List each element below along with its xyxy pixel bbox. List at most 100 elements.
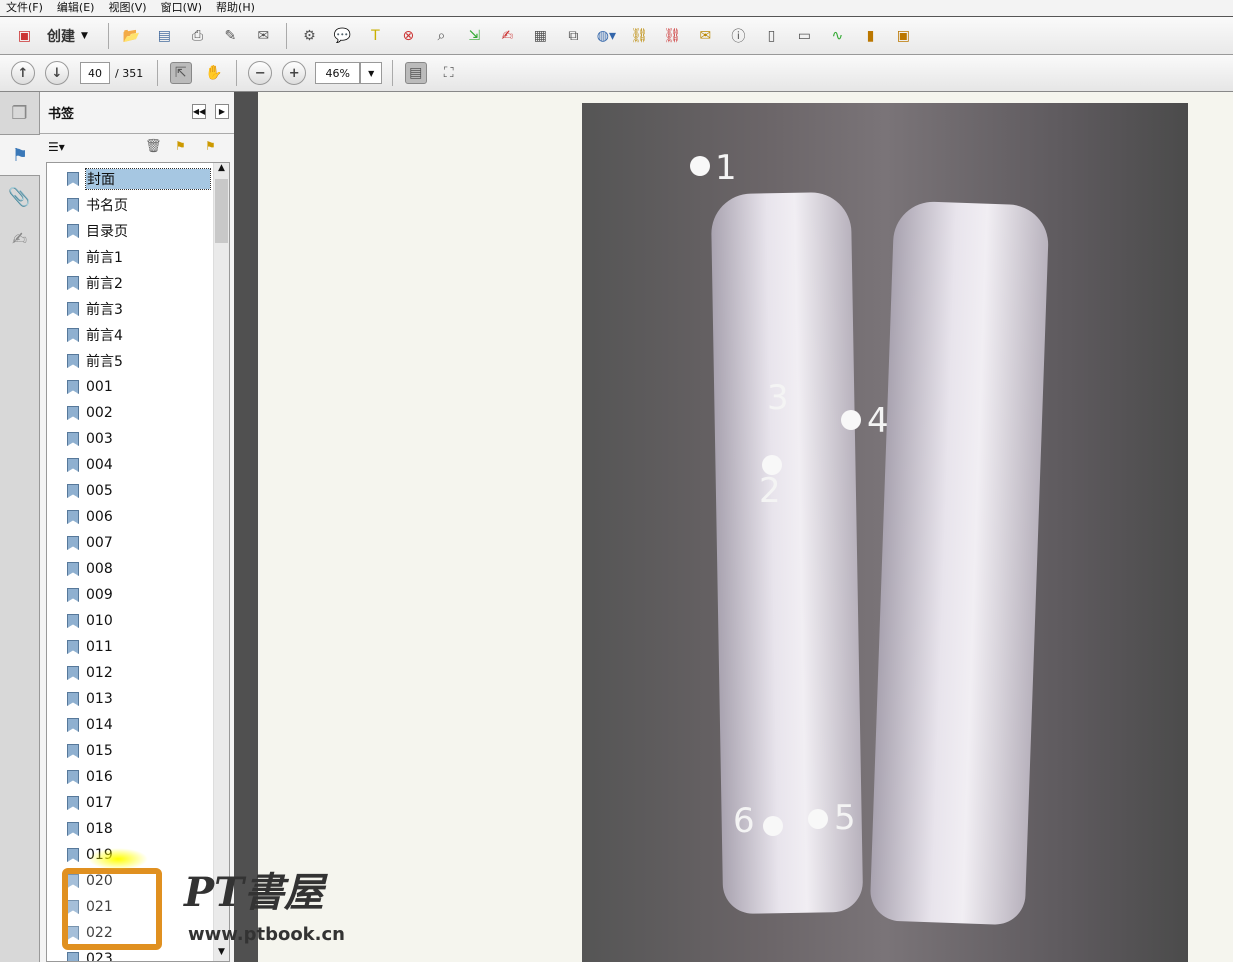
create-label: 创建 (47, 28, 75, 45)
page-icon[interactable]: ▯ (760, 25, 782, 47)
stamp-icon[interactable]: ✉ (694, 25, 716, 47)
info-icon[interactable]: ⓘ (727, 25, 749, 47)
highlight-icon[interactable]: T (364, 25, 386, 47)
bookmark-label: 017 (86, 795, 113, 811)
form-icon[interactable]: ▦ (529, 25, 551, 47)
email-icon[interactable]: ✉ (252, 25, 274, 47)
bookmark-label: 009 (86, 587, 113, 603)
comment-icon[interactable]: 💬 (331, 25, 353, 47)
bookmark-item[interactable]: 008 (67, 558, 113, 580)
bookmark-item[interactable]: 006 (67, 506, 113, 528)
edit-icon[interactable]: ✎ (219, 25, 241, 47)
bookmark-item[interactable]: 009 (67, 584, 113, 606)
save-icon[interactable]: ▤ (153, 25, 175, 47)
scroll-thumb[interactable] (215, 179, 228, 243)
previous-page-button[interactable]: ↑ (11, 61, 35, 85)
measure-icon[interactable]: ▭ (793, 25, 815, 47)
zoom-dropdown-button[interactable]: ▼ (360, 62, 383, 84)
menu-window[interactable]: 窗口(W) (161, 0, 202, 16)
menu-edit[interactable]: 编辑(E) (57, 0, 95, 16)
search-doc-icon[interactable]: ⌕ (430, 25, 452, 47)
create-button[interactable]: ▣ 创建 ▼ (8, 25, 88, 47)
bookmark-item[interactable]: 010 (67, 610, 113, 632)
bookmark-label: 003 (86, 431, 113, 447)
bookmark-item[interactable]: 001 (67, 376, 113, 398)
bookmark-item[interactable]: 007 (67, 532, 113, 554)
bookmark-item[interactable]: 002 (67, 402, 113, 424)
bookmark-item[interactable]: 015 (67, 740, 113, 762)
bookmark-item[interactable]: 003 (67, 428, 113, 450)
bookmark-item[interactable]: 017 (67, 792, 113, 814)
bookmark-item[interactable]: 014 (67, 714, 113, 736)
signatures-tab-icon[interactable]: ✍ (0, 218, 39, 260)
bookmark-item[interactable]: 前言1 (67, 246, 123, 268)
globe-doc-icon[interactable]: ◍▾ (595, 25, 617, 47)
fit-width-icon[interactable]: ⛶ (438, 62, 460, 84)
bookmark-item[interactable]: 前言4 (67, 324, 123, 346)
page-number-input[interactable]: 40 (80, 62, 110, 84)
bookmark-label: 012 (86, 665, 113, 681)
bookmark-item[interactable]: 目录页 (67, 220, 128, 242)
clipboard-icon[interactable]: ▣ (892, 25, 914, 47)
delete-bookmark-icon[interactable]: 🗑 (145, 139, 162, 154)
print-icon[interactable]: ⎙ (186, 25, 208, 47)
bookmark-item[interactable]: 018 (67, 818, 113, 840)
bookmark-icon (67, 510, 79, 524)
bookmark-item[interactable]: 前言2 (67, 272, 123, 294)
point-label-2: 2 (759, 471, 781, 511)
fit-page-icon[interactable]: ▤ (404, 62, 427, 84)
bookmark-label: 008 (86, 561, 113, 577)
bookmark-icon (67, 432, 79, 446)
bookmark-item[interactable]: 书名页 (67, 194, 128, 216)
select-tool-icon[interactable]: ⇱ (169, 62, 192, 84)
bookmark-label: 前言3 (86, 302, 123, 318)
zoom-in-button[interactable]: + (282, 61, 307, 85)
pages-tab-icon[interactable]: ❐ (0, 92, 39, 134)
unlink-icon[interactable]: ⛓ (661, 25, 683, 47)
bookmark-item[interactable]: 012 (67, 662, 113, 684)
scrollbar[interactable]: ▲ ▼ (213, 163, 229, 961)
next-page-button[interactable]: ↓ (45, 61, 69, 85)
bookmark-label: 002 (86, 405, 113, 421)
delete-page-icon[interactable]: ⊗ (397, 25, 419, 47)
bookmarks-tab-icon[interactable]: ⚑ (0, 134, 40, 176)
menu-bar: 文件(F) 编辑(E) 视图(V) 窗口(W) 帮助(H) (0, 0, 1233, 17)
bookmark-label: 005 (86, 483, 113, 499)
bookmark-item[interactable]: 封面 (67, 168, 211, 190)
gear-icon[interactable]: ⚙ (298, 25, 320, 47)
link-icon[interactable]: ⛓ (628, 25, 650, 47)
new-bookmark-icon[interactable]: ⚑ (175, 139, 186, 153)
export-icon[interactable]: ⇲ (463, 25, 485, 47)
bookmark-label: 封面 (85, 168, 211, 190)
watermark-logo: PT書屋 www.ptbook.cn (58, 848, 388, 958)
scroll-up-arrow[interactable]: ▲ (214, 163, 229, 179)
bookmark-item[interactable]: 016 (67, 766, 113, 788)
sign-icon[interactable]: ✍ (496, 25, 518, 47)
expand-panel-button[interactable]: ▶ (215, 104, 229, 119)
panel-splitter[interactable] (234, 92, 258, 962)
bookmark-item[interactable]: 前言3 (67, 298, 123, 320)
combine-icon[interactable]: ⧉ (562, 25, 584, 47)
bookmark-from-selection-icon[interactable]: ⚑ (205, 139, 216, 153)
bookmark-item[interactable]: 004 (67, 454, 113, 476)
bookmark-item[interactable]: 005 (67, 480, 113, 502)
watermark-url: www.ptbook.cn (188, 924, 345, 945)
bookmark-item[interactable]: 前言5 (67, 350, 123, 372)
open-icon[interactable]: 📂 (120, 25, 142, 47)
menu-help[interactable]: 帮助(H) (216, 0, 255, 16)
collapse-panel-button[interactable]: ◀◀ (192, 104, 206, 119)
book-icon[interactable]: ▮ (859, 25, 881, 47)
attachments-tab-icon[interactable]: 📎 (0, 176, 39, 218)
hand-tool-icon[interactable]: ✋ (203, 62, 225, 84)
options-menu-icon[interactable]: ☰▾ (48, 140, 65, 154)
bookmark-icon (67, 198, 79, 212)
menu-file[interactable]: 文件(F) (6, 0, 43, 16)
document-view[interactable]: 1 2 3 4 5 6 (258, 92, 1233, 962)
path-icon[interactable]: ∿ (826, 25, 848, 47)
bookmark-item[interactable]: 013 (67, 688, 113, 710)
bookmark-item[interactable]: 011 (67, 636, 113, 658)
menu-view[interactable]: 视图(V) (108, 0, 146, 16)
zoom-out-button[interactable]: − (248, 61, 273, 85)
zoom-input[interactable]: 46% (315, 62, 361, 84)
right-leg (869, 200, 1050, 926)
